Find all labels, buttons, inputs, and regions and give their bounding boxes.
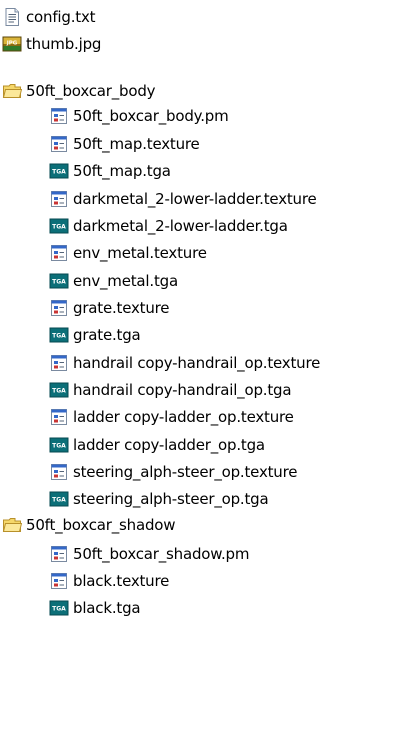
tree-item-file[interactable]: 50ft_map.texture: [49, 132, 200, 156]
tga-file-icon: TGA: [49, 380, 69, 400]
tree-item-file[interactable]: env_metal.texture: [49, 241, 207, 265]
tree-item-label: handrail copy-handrail_op.tga: [73, 381, 292, 399]
tga-file-icon: TGA: [49, 489, 69, 509]
tree-item-label: handrail copy-handrail_op.texture: [73, 354, 321, 372]
svg-text:TGA: TGA: [52, 443, 66, 450]
svg-text:TGA: TGA: [52, 333, 66, 340]
jpg-file-icon: JPG: [2, 34, 22, 54]
open-folder-icon: [2, 81, 22, 101]
tree-item-file[interactable]: 50ft_boxcar_body.pm: [49, 104, 229, 128]
svg-text:TGA: TGA: [52, 497, 66, 504]
tree-item-label: 50ft_map.texture: [73, 135, 200, 153]
tree-item-file[interactable]: TGA 50ft_map.tga: [49, 159, 171, 183]
generic-file-icon: [49, 353, 69, 373]
tree-item-label: ladder copy-ladder_op.tga: [73, 436, 265, 454]
generic-file-icon: [49, 134, 69, 154]
tga-file-icon: TGA: [49, 271, 69, 291]
tree-item-file[interactable]: black.texture: [49, 569, 169, 593]
svg-text:JPG: JPG: [6, 41, 18, 47]
tree-item-label: darkmetal_2-lower-ladder.texture: [73, 190, 317, 208]
tree-folder-50ft-boxcar-body[interactable]: 50ft_boxcar_body: [2, 79, 156, 103]
tree-item-file[interactable]: TGA grate.tga: [49, 323, 141, 347]
tree-item-label: grate.tga: [73, 326, 141, 344]
tree-item-file[interactable]: ladder copy-ladder_op.texture: [49, 405, 294, 429]
generic-file-icon: [49, 462, 69, 482]
tree-item-file[interactable]: TGA black.tga: [49, 596, 141, 620]
tree-item-file[interactable]: TGA steering_alph-steer_op.tga: [49, 487, 269, 511]
tree-item-label: steering_alph-steer_op.tga: [73, 490, 269, 508]
tree-item-label: env_metal.tga: [73, 272, 178, 290]
tree-item-label: black.texture: [73, 572, 170, 590]
tree-item-label: config.txt: [26, 8, 96, 26]
tree-item-config-txt[interactable]: config.txt: [2, 5, 96, 29]
tree-item-label: thumb.jpg: [26, 35, 102, 53]
tree-item-file[interactable]: darkmetal_2-lower-ladder.texture: [49, 187, 317, 211]
generic-file-icon: [49, 544, 69, 564]
tga-file-icon: TGA: [49, 216, 69, 236]
tree-item-label: darkmetal_2-lower-ladder.tga: [73, 217, 288, 235]
tga-file-icon: TGA: [49, 598, 69, 618]
tga-file-icon: TGA: [49, 161, 69, 181]
text-file-icon: [2, 7, 22, 27]
tree-item-label: steering_alph-steer_op.texture: [73, 463, 298, 481]
tga-file-icon: TGA: [49, 325, 69, 345]
tree-item-label: black.tga: [73, 599, 141, 617]
tree-item-file[interactable]: TGA env_metal.tga: [49, 269, 178, 293]
generic-file-icon: [49, 189, 69, 209]
generic-file-icon: [49, 243, 69, 263]
svg-text:TGA: TGA: [52, 388, 66, 395]
tree-item-file[interactable]: TGA darkmetal_2-lower-ladder.tga: [49, 214, 288, 238]
tree-item-label: 50ft_boxcar_shadow.pm: [73, 545, 250, 563]
svg-text:TGA: TGA: [52, 169, 66, 176]
tree-item-file[interactable]: 50ft_boxcar_shadow.pm: [49, 542, 249, 566]
tree-item-thumb-jpg[interactable]: JPG thumb.jpg: [2, 32, 101, 56]
tree-item-label: 50ft_boxcar_shadow: [26, 516, 176, 534]
svg-text:TGA: TGA: [52, 279, 66, 286]
tree-item-file[interactable]: handrail copy-handrail_op.texture: [49, 351, 320, 375]
svg-text:TGA: TGA: [52, 224, 66, 231]
generic-file-icon: [49, 407, 69, 427]
tree-item-file[interactable]: TGA handrail copy-handrail_op.tga: [49, 378, 292, 402]
generic-file-icon: [49, 298, 69, 318]
open-folder-icon: [2, 515, 22, 535]
generic-file-icon: [49, 571, 69, 591]
tree-folder-50ft-boxcar-shadow[interactable]: 50ft_boxcar_shadow: [2, 513, 176, 537]
tree-item-label: 50ft_boxcar_body: [26, 82, 156, 100]
tree-item-label: env_metal.texture: [73, 244, 207, 262]
tga-file-icon: TGA: [49, 435, 69, 455]
tree-item-label: ladder copy-ladder_op.texture: [73, 408, 294, 426]
generic-file-icon: [49, 106, 69, 126]
tree-item-file[interactable]: steering_alph-steer_op.texture: [49, 460, 297, 484]
tree-item-label: 50ft_boxcar_body.pm: [73, 107, 229, 125]
tree-item-file[interactable]: TGA ladder copy-ladder_op.tga: [49, 433, 265, 457]
svg-text:TGA: TGA: [52, 606, 66, 613]
tree-item-file[interactable]: grate.texture: [49, 296, 170, 320]
tree-item-label: 50ft_map.tga: [73, 162, 171, 180]
tree-item-label: grate.texture: [73, 299, 170, 317]
